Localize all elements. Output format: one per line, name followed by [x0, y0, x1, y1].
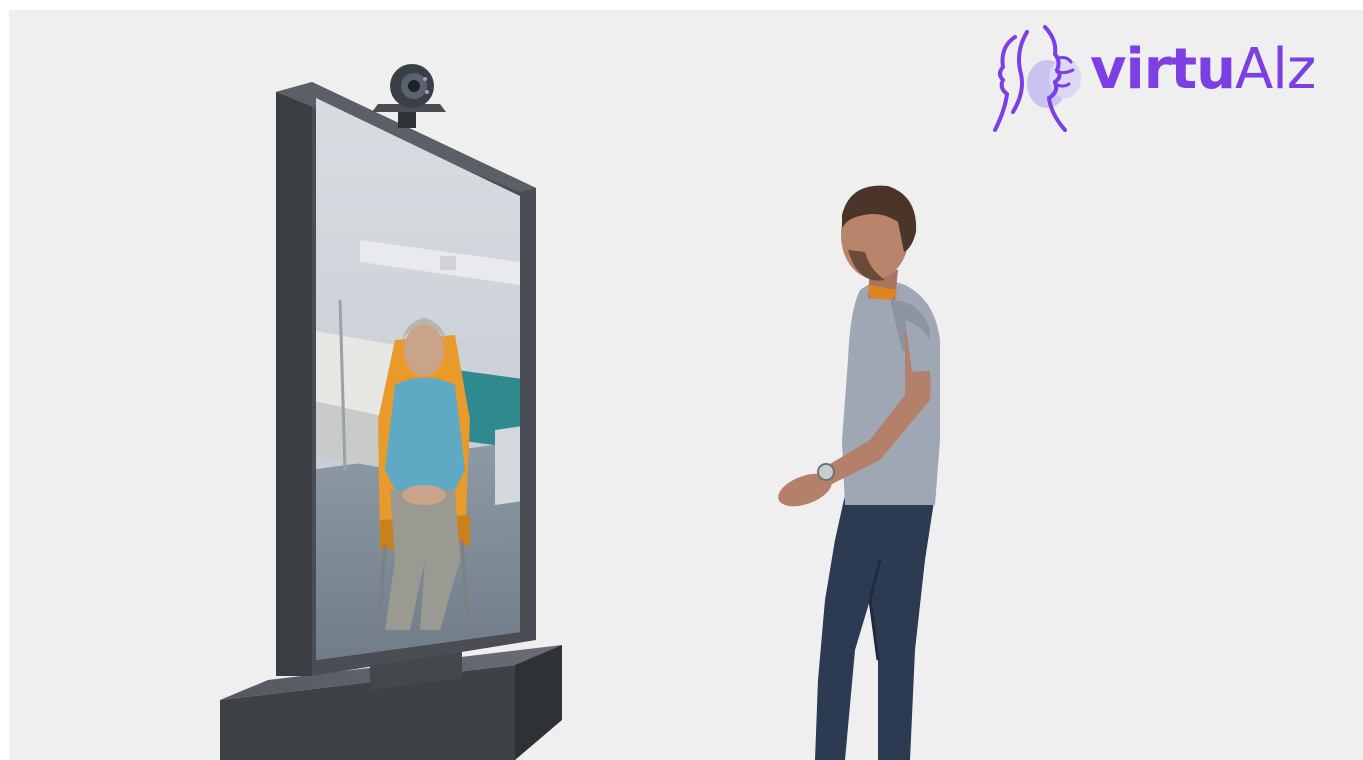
logo-text-bold: virtu	[1090, 37, 1236, 102]
scene: virtuAlz	[0, 0, 1363, 760]
man-head	[841, 185, 917, 300]
logo-wordmark: virtuAlz	[1090, 37, 1316, 102]
man-jeans	[815, 495, 935, 760]
virtualz-logo: virtuAlz	[985, 22, 1345, 134]
two-faces-logo-icon	[993, 25, 1081, 132]
logo-text-light: Alz	[1234, 37, 1316, 102]
